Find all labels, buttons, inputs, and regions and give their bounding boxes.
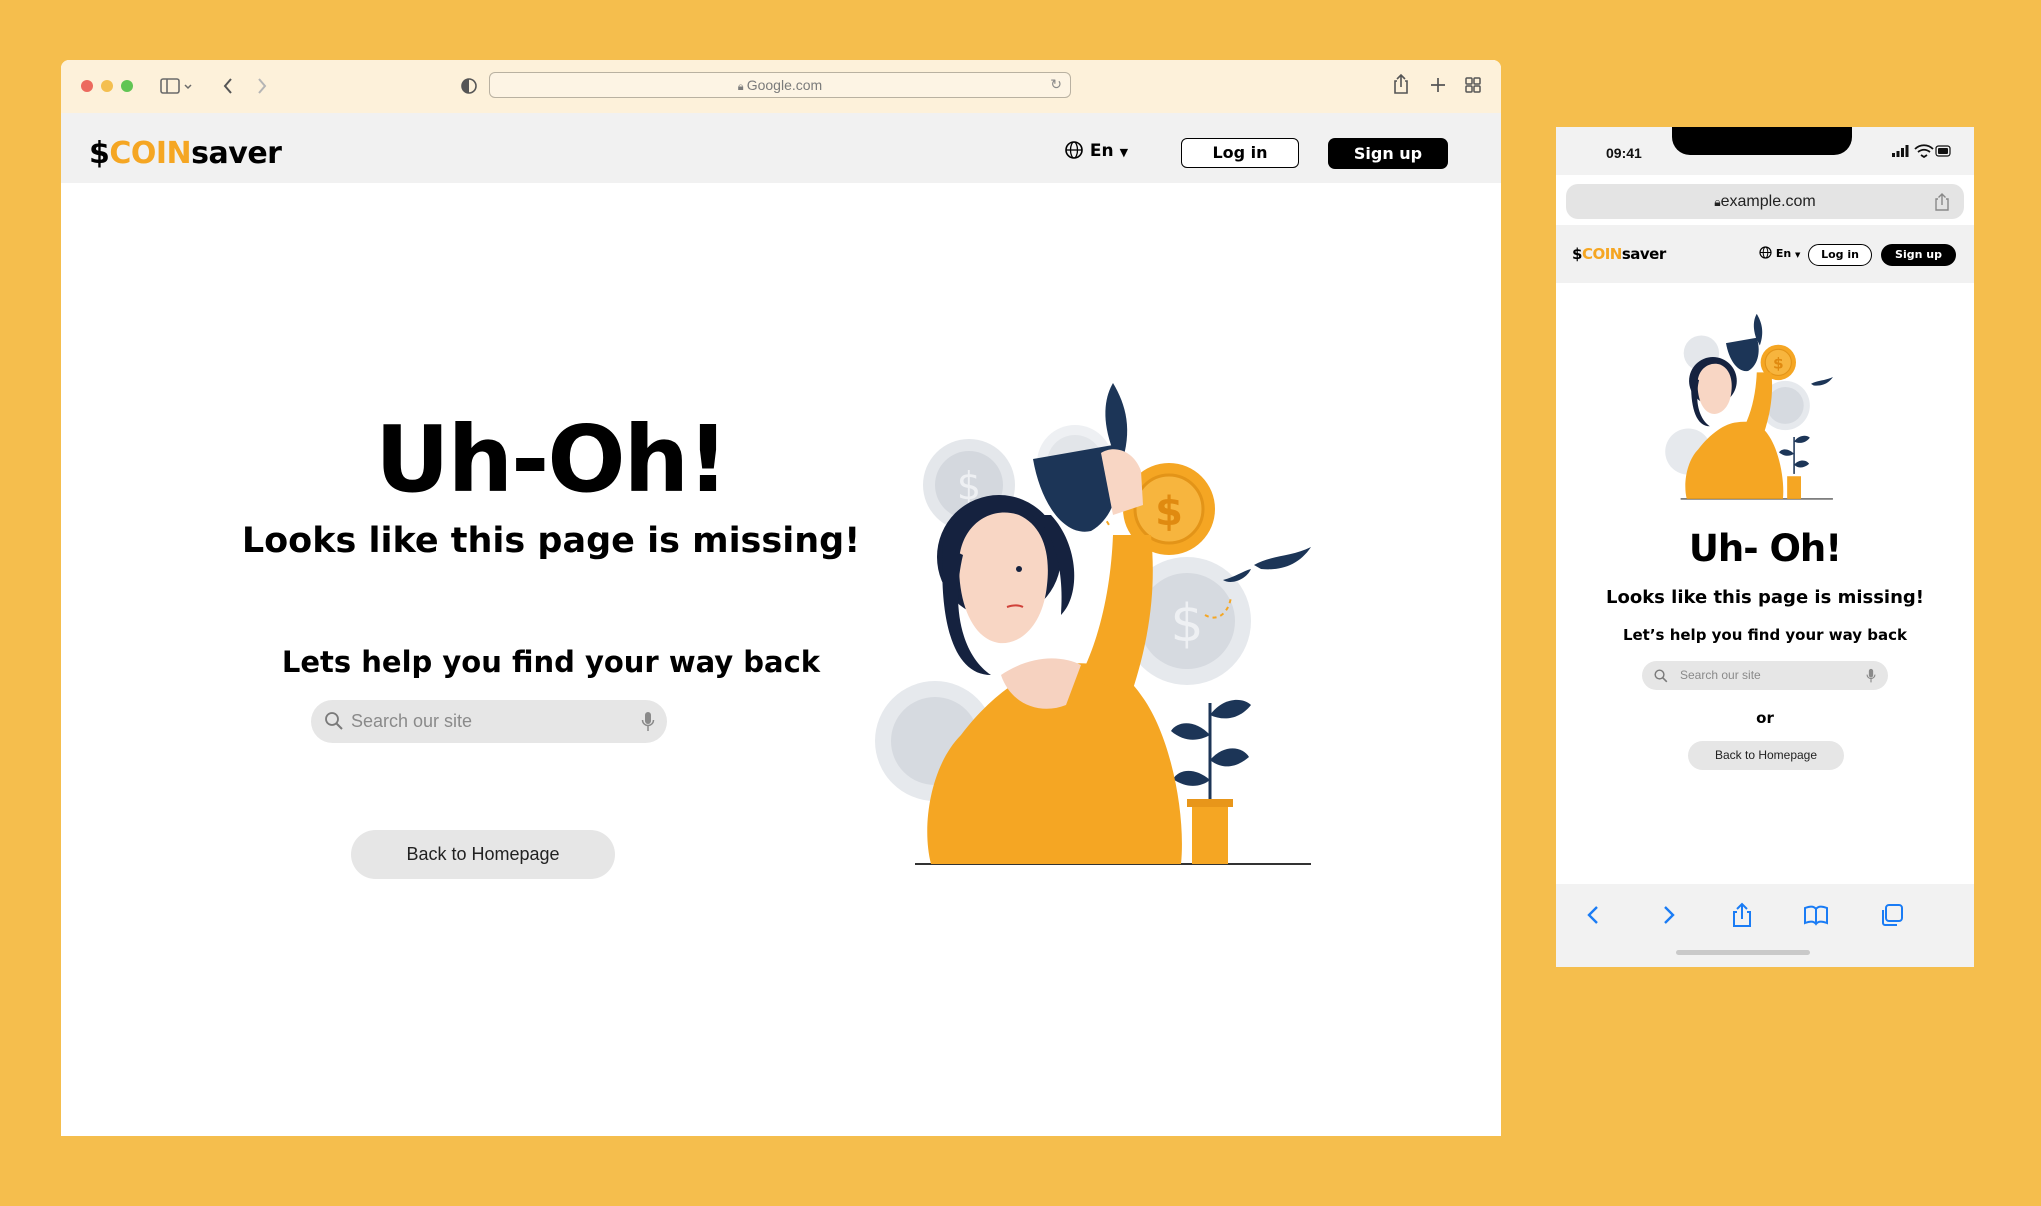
logo-saver: saver — [1621, 245, 1666, 263]
forward-icon[interactable] — [255, 76, 269, 96]
logo-dollar: $ — [1572, 245, 1582, 263]
logo-saver: saver — [191, 136, 282, 171]
lock-icon: 🔒︎ — [737, 81, 747, 93]
search-icon — [1654, 669, 1668, 683]
back-icon[interactable] — [221, 76, 235, 96]
plant-icon — [1171, 699, 1251, 864]
language-label: En — [1089, 141, 1114, 161]
bookmarks-icon[interactable] — [1802, 901, 1830, 929]
tabs-icon[interactable] — [1878, 901, 1906, 929]
search-input[interactable]: Search our site — [311, 700, 667, 743]
share-icon[interactable] — [1392, 73, 1410, 95]
url-text: example.com — [1720, 193, 1816, 210]
address-bar-url: 🔒︎ Google.com — [490, 73, 1070, 99]
minimize-window-button[interactable] — [101, 80, 113, 92]
tab-overview-icon[interactable] — [1464, 76, 1482, 94]
language-label: En — [1775, 247, 1792, 260]
maximize-window-button[interactable] — [121, 80, 133, 92]
wifi-icon — [1914, 144, 1934, 158]
coinsaver-logo[interactable]: $COINsaver — [1572, 244, 1666, 264]
wallet-illustration: $ $ $ — [875, 383, 1311, 865]
search-placeholder: Search our site — [1680, 668, 1761, 682]
help-text: Lets help you find your way back — [281, 645, 821, 679]
login-button[interactable]: Log in — [1808, 244, 1872, 266]
globe-icon — [1065, 141, 1083, 159]
browser-toolbar: 🔒︎ Google.com ↻ — [61, 60, 1501, 113]
error-title: Uh-Oh! — [374, 406, 729, 513]
logo-dollar: $ — [89, 136, 110, 171]
wing-icon — [1254, 547, 1311, 570]
signal-icon — [1892, 145, 1909, 157]
coinsaver-logo[interactable]: $COINsaver — [89, 136, 282, 172]
error-title: Uh- Oh! — [1688, 527, 1842, 570]
search-input[interactable]: Search our site — [1642, 661, 1888, 690]
help-text: Let’s help you find your way back — [1622, 626, 1908, 644]
new-tab-icon[interactable] — [1429, 76, 1447, 94]
home-indicator — [1676, 950, 1810, 955]
sidebar-toggle-icon[interactable] — [160, 77, 194, 95]
svg-text:$: $ — [1155, 489, 1183, 535]
reload-icon[interactable]: ↻ — [1050, 73, 1062, 97]
status-time: 09:41 — [1606, 145, 1642, 161]
logo-coin: COIN — [1581, 245, 1622, 263]
or-separator: or — [1756, 709, 1774, 727]
error-subtitle: Looks like this page is missing! — [241, 521, 861, 561]
mobile-url: 🔒︎example.com — [1566, 184, 1964, 220]
mobile-address-bar[interactable]: 🔒︎example.com — [1566, 184, 1964, 219]
address-bar[interactable]: 🔒︎ Google.com ↻ — [489, 72, 1071, 98]
svg-text:$: $ — [1170, 594, 1203, 654]
share-icon[interactable] — [1934, 192, 1950, 212]
error-subtitle: Looks like this page is missing! — [1606, 587, 1924, 608]
signup-button[interactable]: Sign up — [1328, 138, 1448, 169]
battery-icon — [1935, 145, 1951, 157]
login-button[interactable]: Log in — [1181, 138, 1299, 168]
desktop-browser-window: 🔒︎ Google.com ↻ $COINsaver En ▼ Log in S… — [61, 60, 1501, 1136]
caret-down-icon: ▼ — [1795, 251, 1801, 259]
privacy-shield-icon[interactable] — [460, 77, 478, 95]
share-icon[interactable] — [1728, 901, 1756, 929]
microphone-icon[interactable] — [1866, 668, 1876, 684]
phone-notch — [1672, 127, 1852, 155]
ios-status-bar: 09:41 — [1556, 127, 1974, 175]
url-text: Google.com — [746, 77, 823, 93]
globe-icon — [1759, 246, 1772, 259]
back-to-homepage-button[interactable]: Back to Homepage — [351, 830, 615, 879]
caret-down-icon: ▼ — [1119, 146, 1129, 159]
back-icon[interactable] — [1580, 901, 1608, 929]
signup-button[interactable]: Sign up — [1881, 244, 1956, 266]
language-selector[interactable]: En ▼ — [1759, 246, 1800, 263]
wallet-illustration: $ — [1665, 313, 1833, 500]
close-window-button[interactable] — [81, 80, 93, 92]
status-icons — [1892, 144, 1951, 158]
back-to-homepage-button[interactable]: Back to Homepage — [1688, 741, 1844, 770]
search-icon — [325, 712, 343, 730]
logo-coin: COIN — [109, 136, 192, 171]
language-selector[interactable]: En ▼ — [1064, 139, 1128, 165]
svg-text:$: $ — [1773, 355, 1784, 373]
forward-icon[interactable] — [1654, 901, 1682, 929]
microphone-icon[interactable] — [641, 711, 655, 733]
mobile-phone-screen: 09:41 🔒︎example.com $COINsaver En ▼ Log … — [1556, 127, 1974, 967]
search-placeholder: Search our site — [351, 711, 473, 731]
